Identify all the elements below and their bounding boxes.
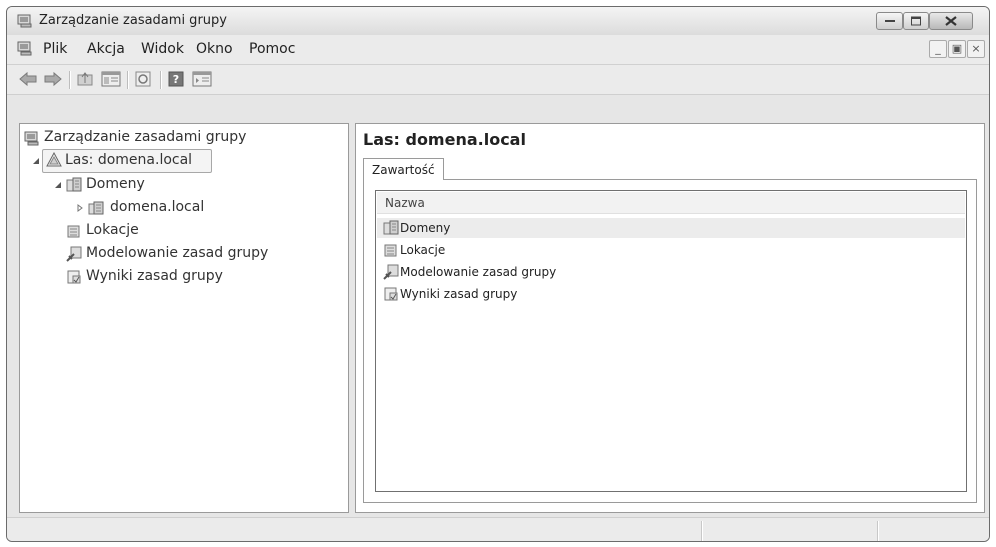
menu-bar: Plik Akcja Widok Okno Pomoc _ ▣ × [7, 35, 989, 65]
forward-button[interactable] [42, 69, 64, 91]
refresh-icon [135, 71, 151, 87]
sites-icon [384, 244, 397, 257]
domain-icon [88, 201, 104, 215]
list-item-results[interactable]: Wyniki zasad grupy [377, 284, 965, 304]
expand-arrow-icon[interactable] [76, 204, 84, 212]
collapse-arrow-icon[interactable] [54, 181, 62, 189]
domains-icon [66, 177, 82, 192]
menu-plik[interactable]: Plik [43, 41, 67, 57]
minimize-icon [884, 20, 895, 22]
show-hide-tree-icon [101, 71, 121, 87]
console-tree-pane[interactable]: Zarządzanie zasadami grupy Las: domena.l… [19, 123, 349, 513]
mdi-close-button[interactable]: × [967, 40, 985, 58]
up-folder-icon [77, 72, 93, 86]
results-icon [67, 270, 81, 284]
list-item-domains[interactable]: Domeny [377, 218, 965, 238]
show-hide-tree-button[interactable] [100, 69, 122, 91]
details-title: Las: domena.local [363, 130, 526, 149]
list-item-label: Wyniki zasad grupy [400, 287, 518, 301]
tree-item-label: Las: domena.local [65, 152, 193, 168]
modeling-icon [383, 264, 399, 280]
toolbar-separator [69, 71, 71, 89]
tree-item-label: Domeny [86, 176, 145, 192]
list-item-label: Lokacje [400, 243, 446, 257]
list-item-modeling[interactable]: Modelowanie zasad grupy [377, 262, 965, 282]
list-item-label: Modelowanie zasad grupy [400, 265, 557, 279]
toolbar-separator [160, 71, 162, 89]
tree-item-label: domena.local [110, 199, 205, 215]
details-pane: Las: domena.local Zawartość Nazwa Domeny [355, 123, 985, 513]
app-window: Zarządzanie zasadami grupy Plik Akcja Wi… [6, 6, 990, 542]
help-button[interactable]: ? [166, 69, 188, 91]
tab-content: Nazwa Domeny Lokacje Modelowanie zasad g… [363, 179, 977, 503]
menu-pomoc[interactable]: Pomoc [249, 41, 295, 57]
console-icon[interactable] [17, 41, 33, 56]
menu-akcja[interactable]: Akcja [87, 41, 125, 57]
status-divider [877, 521, 879, 541]
status-bar [7, 517, 989, 541]
close-icon [945, 16, 957, 26]
maximize-icon [911, 16, 921, 26]
window-title: Zarządzanie zasadami grupy [39, 13, 227, 28]
back-icon [19, 71, 37, 87]
help-icon: ? [168, 71, 184, 87]
up-folder-button[interactable] [75, 69, 97, 91]
menu-widok[interactable]: Widok [141, 41, 184, 57]
tab-zawartosc[interactable]: Zawartość [363, 158, 444, 180]
refresh-button[interactable] [133, 69, 155, 91]
sites-icon [67, 225, 80, 238]
tree-item-label: Lokacje [86, 222, 139, 238]
forest-icon [46, 152, 62, 167]
title-bar[interactable]: Zarządzanie zasadami grupy [7, 7, 989, 35]
tree-item-label: Modelowanie zasad grupy [86, 245, 269, 261]
back-button[interactable] [17, 69, 39, 91]
gpmc-app-icon [17, 14, 32, 28]
gpmc-console-icon [24, 131, 39, 146]
menu-okno[interactable]: Okno [196, 41, 233, 57]
contents-list[interactable]: Nazwa Domeny Lokacje Modelowanie zasad g… [375, 190, 967, 492]
mdi-restore-button[interactable]: ▣ [948, 40, 966, 58]
forward-icon [44, 71, 62, 87]
status-divider [701, 521, 703, 541]
minimize-button[interactable] [876, 12, 903, 30]
list-item-label: Domeny [400, 221, 451, 235]
svg-text:?: ? [173, 73, 179, 86]
close-button[interactable] [929, 12, 973, 30]
column-header-name[interactable]: Nazwa [377, 192, 965, 214]
tree-item-label: Zarządzanie zasadami grupy [44, 129, 247, 145]
modeling-icon [66, 246, 82, 262]
tree-item-label: Wyniki zasad grupy [86, 268, 223, 284]
maximize-button[interactable] [903, 12, 929, 30]
show-action-pane-icon [192, 71, 212, 87]
toolbar-separator [127, 71, 129, 89]
results-icon [384, 287, 398, 301]
mdi-minimize-button[interactable]: _ [929, 40, 947, 58]
domains-icon [383, 220, 399, 235]
show-action-pane-button[interactable] [191, 69, 213, 91]
toolbar: ? [7, 65, 989, 95]
list-item-sites[interactable]: Lokacje [377, 240, 965, 260]
collapse-arrow-icon[interactable] [32, 157, 40, 165]
